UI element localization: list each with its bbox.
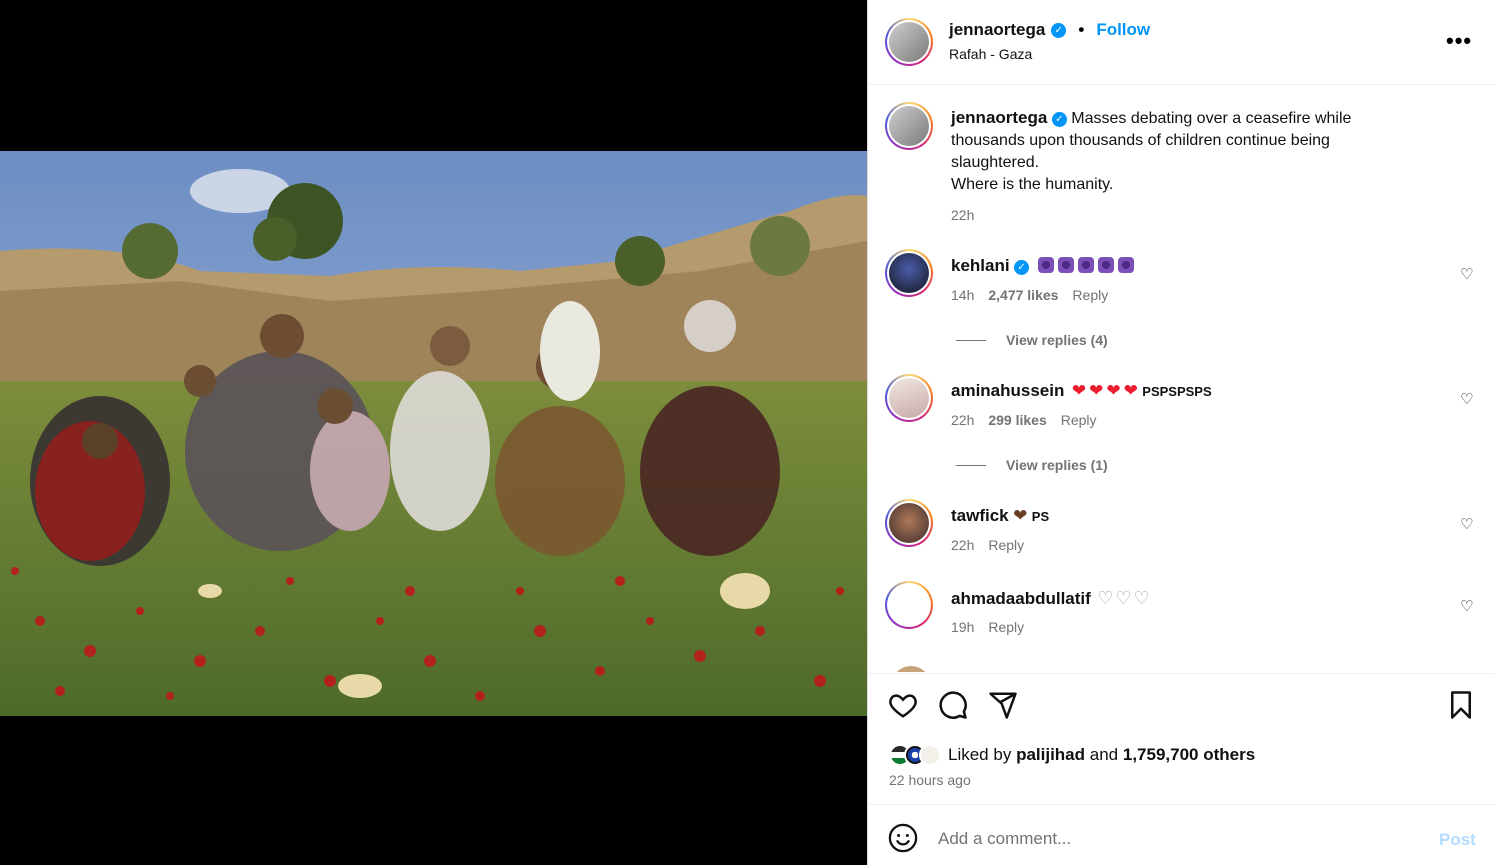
post-media-pane <box>0 0 867 865</box>
paw-emoji-icon <box>1077 257 1094 273</box>
comment-likes[interactable]: 299 likes <box>988 412 1046 428</box>
caption-line-3: slaughtered. <box>951 154 1040 171</box>
view-replies-button[interactable]: View replies (1) <box>956 457 1108 473</box>
caption-time: 22h <box>951 207 975 223</box>
comment-avatar[interactable] <box>885 581 933 629</box>
post-actions: Liked by palijihad and 1,759,700 others … <box>868 673 1494 804</box>
comment-meta: 22h 299 likes Reply <box>951 412 1111 428</box>
liker-avatar[interactable] <box>919 744 941 766</box>
comment-text: kehlani ✓ <box>951 255 1134 278</box>
post-timestamp[interactable]: 22 hours ago <box>889 772 971 788</box>
likes-text: Liked by palijihad and 1,759,700 others <box>948 745 1255 765</box>
comment-time: 22h <box>951 537 975 553</box>
comment-username[interactable]: tawfick <box>951 506 1009 525</box>
comment-username[interactable]: kehlani <box>951 256 1010 275</box>
reply-button[interactable]: Reply <box>988 537 1024 553</box>
comment-like-heart-icon[interactable]: ♡ <box>1460 515 1473 533</box>
verified-badge-icon: ✓ <box>1014 260 1030 275</box>
view-replies-label[interactable]: View replies (1) <box>1006 457 1108 473</box>
comment-username[interactable]: ahmadaabdullatif <box>951 589 1091 608</box>
comment-extra-text: PSPSPSPS <box>1142 384 1212 399</box>
comments-list[interactable]: jennaortega ✓ Masses debating over a cea… <box>868 86 1494 672</box>
follow-button[interactable]: Follow <box>1096 20 1150 40</box>
post-photo[interactable] <box>0 151 867 716</box>
comment-icon[interactable] <box>938 690 968 720</box>
paw-emoji-icon <box>1037 257 1054 273</box>
caption-text: jennaortega ✓ Masses debating over a cea… <box>951 107 1351 196</box>
caption-line-2: thousands upon thousands of children con… <box>951 132 1330 149</box>
emoji-icon[interactable] <box>888 823 918 853</box>
verified-badge-icon: ✓ <box>1051 112 1067 127</box>
post-location[interactable]: Rafah - Gaza <box>949 46 1032 62</box>
post-sidebar: jennaortega ✓ • Follow Rafah - Gaza ••• … <box>867 0 1494 865</box>
white-heart-emoji-icon: ♡ <box>1133 588 1150 608</box>
replies-divider <box>956 464 986 466</box>
comment-text: tawfick ❤ PS <box>951 505 1049 528</box>
comment-extra-text: PS <box>1031 509 1050 524</box>
comment-like-heart-icon[interactable]: ♡ <box>1460 265 1473 283</box>
replies-divider <box>956 339 986 341</box>
add-comment-bar: Post <box>868 804 1494 865</box>
likes-and: and <box>1089 745 1119 764</box>
heart-icon[interactable] <box>888 690 918 720</box>
comment-username[interactable]: aminahussein <box>951 381 1064 400</box>
reply-button[interactable]: Reply <box>1072 287 1108 303</box>
likes-count[interactable]: 1,759,700 others <box>1123 745 1255 764</box>
red-heart-emoji-icon: ❤ <box>1089 381 1104 400</box>
author-row: jennaortega ✓ • Follow <box>949 20 1150 40</box>
comment-like-heart-icon[interactable]: ♡ <box>1460 597 1473 615</box>
post-header: jennaortega ✓ • Follow Rafah - Gaza ••• <box>868 0 1494 85</box>
more-options-icon[interactable]: ••• <box>1446 28 1472 54</box>
comment-avatar[interactable] <box>885 374 933 422</box>
comment-avatar[interactable] <box>885 249 933 297</box>
reply-button[interactable]: Reply <box>1061 412 1097 428</box>
brown-heart-emoji-icon: ❤ <box>1013 506 1028 525</box>
caption-line-1: Masses debating over a ceasefire while <box>1071 110 1352 127</box>
author-avatar[interactable] <box>885 18 933 66</box>
comment-time: 19h <box>951 619 975 635</box>
verified-badge-icon: ✓ <box>1051 22 1067 38</box>
white-heart-emoji-icon: ♡ <box>1115 588 1132 608</box>
paw-emoji-icon <box>1117 257 1134 273</box>
paw-emoji-icon <box>1057 257 1074 273</box>
comment-meta: 22h Reply <box>951 537 1038 553</box>
reply-button[interactable]: Reply <box>988 619 1024 635</box>
comment-time: 22h <box>951 412 975 428</box>
share-icon[interactable] <box>988 690 1018 720</box>
white-heart-emoji-icon: ♡ <box>1097 588 1114 608</box>
comment-time: 14h <box>951 287 975 303</box>
separator-dot: • <box>1078 20 1085 39</box>
bookmark-icon[interactable] <box>1446 690 1476 720</box>
comment-text: aminahussein ❤ ❤ ❤ ❤ PSPSPSPS <box>951 380 1212 403</box>
red-heart-emoji-icon: ❤ <box>1123 381 1138 400</box>
paw-emoji-icon <box>1097 257 1114 273</box>
caption-line-4: Where is the humanity. <box>951 176 1114 193</box>
comment-meta: 14h 2,477 likes Reply <box>951 287 1122 303</box>
likes-prefix: Liked by <box>948 745 1012 764</box>
comment-avatar[interactable] <box>885 499 933 547</box>
post-comment-button[interactable]: Post <box>1439 830 1476 850</box>
author-username[interactable]: jennaortega <box>949 20 1045 40</box>
comment-input[interactable] <box>938 825 1408 853</box>
comment-text: ahmadaabdullatif ♡ ♡ ♡ <box>951 587 1150 611</box>
view-replies-button[interactable]: View replies (4) <box>956 332 1108 348</box>
comment-meta: 19h Reply <box>951 619 1038 635</box>
comment-avatar[interactable] <box>891 666 931 672</box>
likes-user[interactable]: palijihad <box>1016 745 1085 764</box>
red-heart-emoji-icon: ❤ <box>1071 381 1087 400</box>
caption-author-avatar[interactable] <box>885 102 933 150</box>
comment-likes[interactable]: 2,477 likes <box>988 287 1058 303</box>
comment-like-heart-icon[interactable]: ♡ <box>1460 390 1473 408</box>
view-replies-label[interactable]: View replies (4) <box>1006 332 1108 348</box>
likes-summary: Liked by palijihad and 1,759,700 others <box>889 744 1255 766</box>
caption-author-username[interactable]: jennaortega <box>951 108 1047 127</box>
red-heart-emoji-icon: ❤ <box>1106 381 1121 400</box>
